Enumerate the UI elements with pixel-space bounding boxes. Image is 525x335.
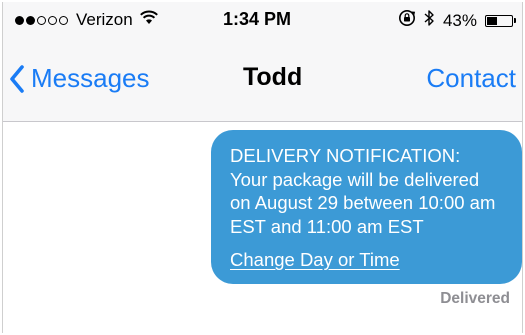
signal-dot	[26, 15, 35, 25]
navigation-bar: Messages Todd Contact	[3, 38, 522, 122]
status-bar: Verizon 1:34 PM 43%	[3, 2, 522, 38]
carrier-name: Verizon	[76, 10, 133, 29]
status-right: 43%	[398, 9, 516, 32]
wifi-icon	[139, 10, 159, 30]
message-thread[interactable]: DELIVERY NOTIFICATION: Your package will…	[3, 122, 522, 333]
signal-dot	[15, 15, 24, 25]
status-time: 1:34 PM	[223, 9, 292, 29]
message-line: Your package will be delivered	[230, 168, 480, 190]
battery-icon	[485, 14, 516, 27]
signal-dot	[48, 15, 57, 25]
signal-dot	[59, 15, 68, 25]
change-day-or-time-link[interactable]: Change Day or Time	[230, 248, 400, 272]
message-bubble[interactable]: DELIVERY NOTIFICATION: Your package will…	[211, 130, 522, 284]
back-button[interactable]: Messages	[9, 63, 150, 94]
battery-percent: 43%	[442, 10, 477, 30]
bluetooth-icon	[424, 9, 435, 32]
back-button-label: Messages	[31, 63, 150, 93]
signal-dot	[37, 15, 46, 25]
battery-fill	[487, 16, 498, 25]
message-line: on August 29 between 10:00 am	[230, 192, 496, 213]
delivery-status: Delivered	[440, 290, 510, 307]
rotation-lock-icon	[398, 9, 416, 32]
contact-button[interactable]: Contact	[426, 63, 516, 94]
conversation-title: Todd	[243, 63, 303, 91]
messages-screen: Verizon 1:34 PM 43% Messages Todd Contac…	[2, 2, 523, 333]
signal-strength-icon	[15, 15, 70, 25]
message-line: EST and 11:00 am EST	[230, 215, 424, 237]
message-line: DELIVERY NOTIFICATION:	[230, 145, 461, 166]
status-left: Verizon	[15, 10, 159, 30]
battery-body	[485, 14, 513, 27]
chevron-left-icon	[10, 64, 24, 93]
battery-tip	[514, 18, 516, 23]
